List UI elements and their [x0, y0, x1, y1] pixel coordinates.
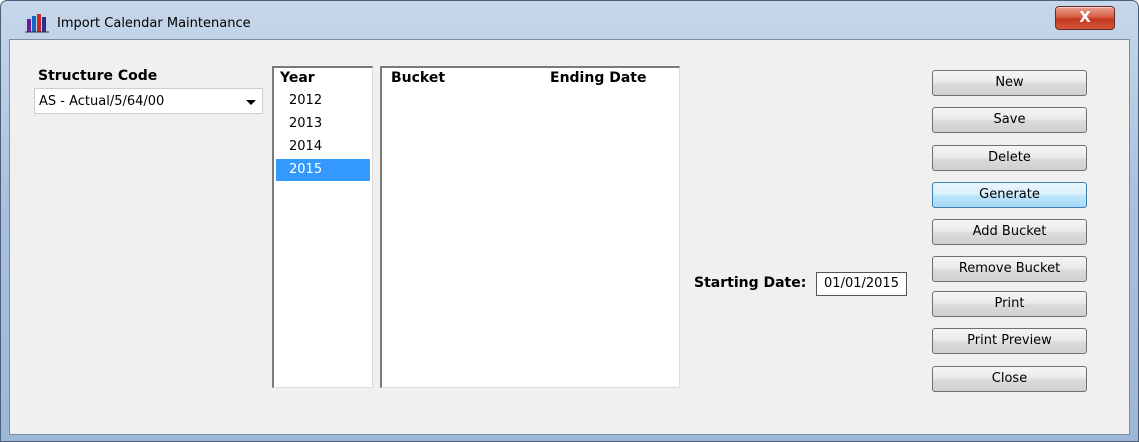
year-item-2014[interactable]: 2014 [276, 136, 370, 158]
save-button[interactable]: Save [932, 107, 1087, 133]
add-bucket-button[interactable]: Add Bucket [932, 219, 1087, 245]
remove-bucket-button[interactable]: Remove Bucket [932, 256, 1087, 282]
close-button[interactable]: Close [932, 366, 1087, 392]
starting-date-input[interactable]: 01/01/2015 [816, 272, 907, 296]
structure-code-label: Structure Code [38, 68, 158, 84]
structure-code-value: AS - Actual/5/64/00 [39, 94, 165, 109]
delete-button[interactable]: Delete [932, 145, 1087, 171]
window-title: Import Calendar Maintenance [57, 16, 251, 31]
print-button[interactable]: Print [932, 291, 1087, 317]
bucket-column-header: Bucket [391, 70, 446, 86]
year-list[interactable]: Year 2012 2013 2014 2015 [272, 66, 373, 388]
books-icon [25, 14, 49, 33]
starting-date-label: Starting Date: [694, 275, 807, 291]
chevron-down-icon [246, 100, 256, 105]
new-button[interactable]: New [932, 70, 1087, 96]
title-bar[interactable]: Import Calendar Maintenance X [1, 1, 1138, 39]
generate-button[interactable]: Generate [932, 182, 1087, 208]
year-item-2012[interactable]: 2012 [276, 90, 370, 112]
year-column-header: Year [280, 70, 315, 86]
bucket-list[interactable]: Bucket Ending Date [380, 66, 680, 388]
structure-code-dropdown[interactable]: AS - Actual/5/64/00 [34, 88, 263, 114]
window-close-button[interactable]: X [1055, 6, 1115, 30]
print-preview-button[interactable]: Print Preview [932, 328, 1087, 354]
year-item-2015[interactable]: 2015 [276, 159, 370, 181]
year-item-2013[interactable]: 2013 [276, 113, 370, 135]
ending-date-column-header: Ending Date [550, 70, 647, 86]
